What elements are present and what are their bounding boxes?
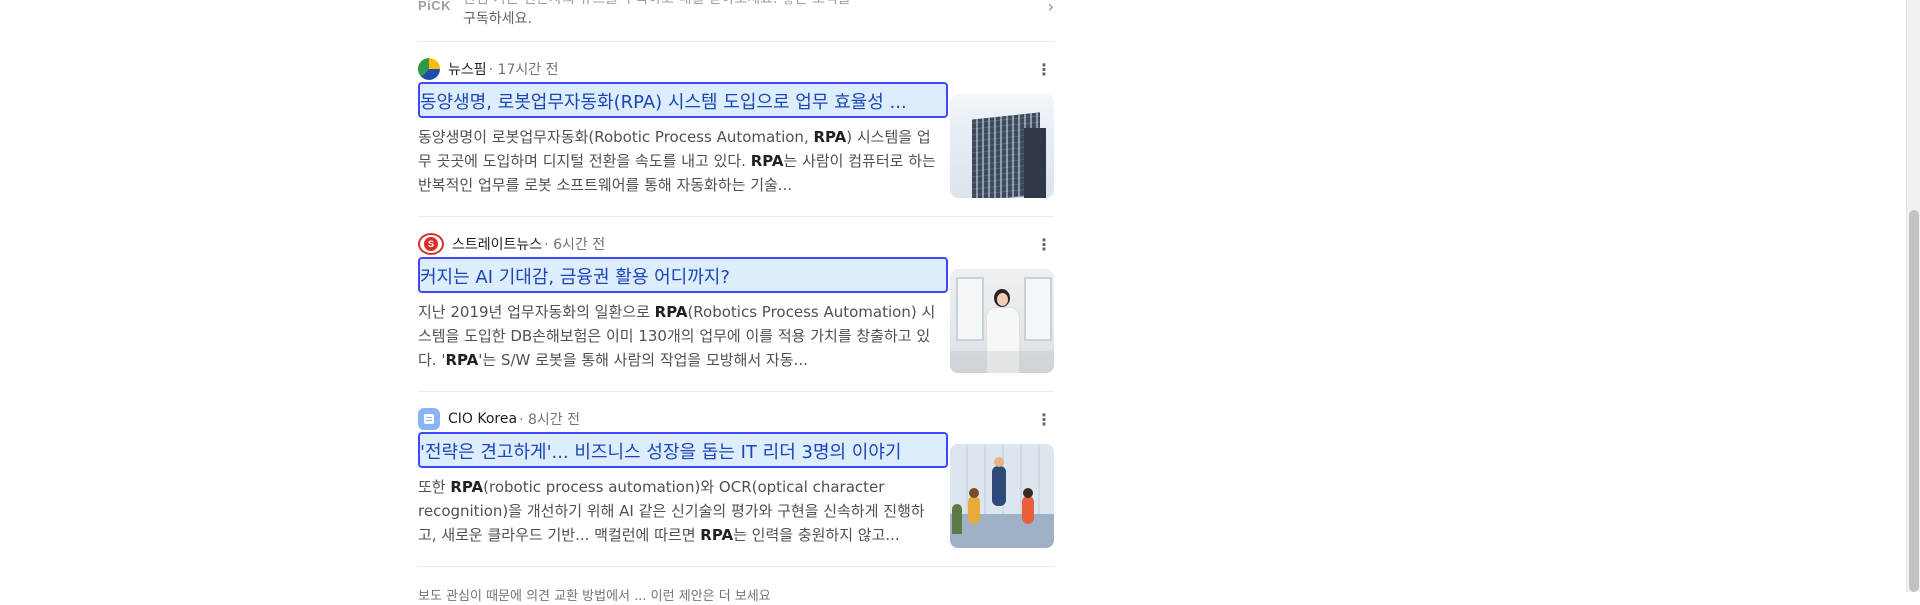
article-thumbnail[interactable]	[950, 269, 1054, 373]
building-side	[1024, 128, 1046, 198]
source-name[interactable]: 뉴스핌	[448, 59, 487, 79]
more-options-icon[interactable]: ⋮	[1034, 59, 1054, 79]
scrollbar-thumb[interactable]	[1909, 210, 1919, 592]
next-section-partial: 보도 관심이 때문에 의견 교환 방법에서 ... 이런 제안은 더 보세요	[418, 589, 771, 604]
article-thumbnail[interactable]	[950, 94, 1054, 198]
source-name[interactable]: 스트레이트뉴스	[452, 234, 542, 254]
news-article[interactable]: S 스트레이트뉴스 · 6시간 전 ⋮ 커지는 AI 기대감, 금융권 활용 어…	[418, 216, 1054, 392]
publish-time: · 8시간 전	[519, 412, 580, 428]
straightnews-logo-mark: S	[424, 237, 438, 251]
person-face	[997, 293, 1008, 306]
news-article[interactable]: 뉴스핌 · 17시간 전 ⋮ 동양생명, 로봇업무자동화(RPA) 시스템 도입…	[418, 41, 1054, 217]
desk-shape	[950, 351, 1054, 373]
top-card-text-line2: 구독하세요.	[463, 11, 532, 27]
pick-logo: PiCK	[418, 0, 452, 13]
chevron-right-icon[interactable]: ›	[1048, 0, 1054, 16]
article-snippet: 동양생명이 로봇업무자동화(Robotic Process Automation…	[418, 128, 936, 194]
top-card-text: 관심 가는 언론사의 뉴스를 구독하고 매일 받아보세요. 좋은 소식을 구독하…	[463, 0, 1023, 28]
page-scrollbar[interactable]	[1906, 0, 1920, 592]
top-card-partial[interactable]: PiCK 관심 가는 언론사의 뉴스를 구독하고 매일 받아보세요. 좋은 소식…	[418, 0, 1054, 42]
article-snippet: 또한 RPA(robotic process automation)와 OCR(…	[418, 478, 925, 544]
article-thumbnail[interactable]	[950, 444, 1054, 548]
news-article[interactable]: CIO Korea · 8시간 전 ⋮ '전략은 견고하게'... 비즈니스 성…	[418, 391, 1054, 567]
source-name[interactable]: CIO Korea	[448, 411, 517, 427]
plant-shape	[952, 504, 962, 534]
newspim-logo-icon	[418, 58, 440, 80]
more-options-icon[interactable]: ⋮	[1034, 234, 1054, 254]
person-figure	[1022, 496, 1034, 524]
article-snippet: 지난 2019년 업무자동화의 일환으로 RPA(Robotics Proces…	[418, 303, 936, 369]
window-shape	[1024, 277, 1052, 341]
top-card-text-line1: 관심 가는 언론사의 뉴스를 구독하고 매일 받아보세요. 좋은 소식을	[463, 0, 1023, 10]
article-headline[interactable]: 커지는 AI 기대감, 금융권 활용 어디까지?	[420, 267, 942, 289]
person-head	[1023, 488, 1033, 498]
source-row: CIO Korea · 8시간 전	[418, 407, 580, 431]
source-row: S 스트레이트뉴스 · 6시간 전	[418, 232, 605, 256]
cio-korea-logo-icon	[418, 408, 440, 430]
document-icon	[424, 414, 434, 424]
office-floor	[950, 514, 1054, 548]
source-row: 뉴스핌 · 17시간 전	[418, 57, 558, 81]
news-results-column: PiCK 관심 가는 언론사의 뉴스를 구독하고 매일 받아보세요. 좋은 소식…	[418, 0, 1054, 604]
more-options-icon[interactable]: ⋮	[1034, 409, 1054, 429]
publish-time: · 6시간 전	[544, 237, 606, 253]
person-head	[994, 457, 1004, 467]
person-head	[969, 488, 979, 498]
publish-time: · 17시간 전	[488, 62, 559, 78]
article-headline[interactable]: 동양생명, 로봇업무자동화(RPA) 시스템 도입으로 업무 효율성 ...	[420, 92, 942, 114]
article-headline[interactable]: '전략은 견고하게'... 비즈니스 성장을 돕는 IT 리더 3명의 이야기	[420, 442, 942, 464]
window-shape	[956, 277, 984, 341]
person-figure	[968, 496, 980, 524]
straightnews-logo-icon: S	[418, 233, 444, 255]
person-figure	[992, 466, 1006, 506]
